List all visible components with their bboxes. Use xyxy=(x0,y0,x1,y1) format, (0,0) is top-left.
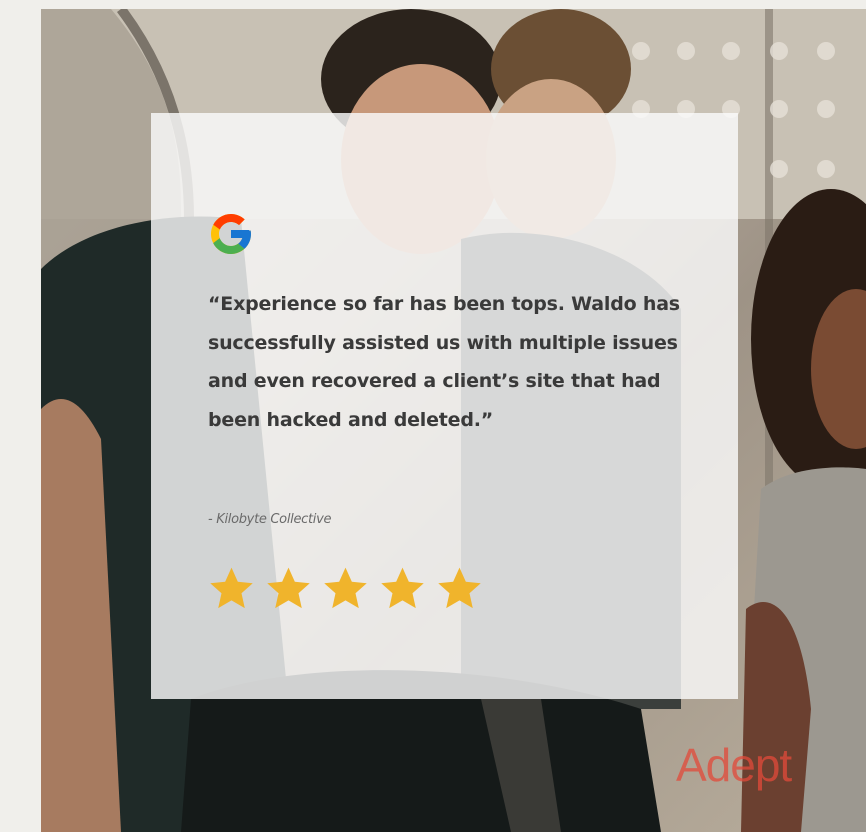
star-icon xyxy=(381,567,424,609)
star-icon xyxy=(324,567,367,609)
star-rating xyxy=(207,564,484,613)
brand-logo: Adept xyxy=(676,739,792,791)
star-icon xyxy=(438,567,481,609)
review-card: “Experience so far has been tops. Waldo … xyxy=(151,113,738,699)
star-icon xyxy=(210,567,253,609)
review-author: - Kilobyte Collective xyxy=(208,512,332,527)
google-g-icon xyxy=(211,214,251,254)
star-icon xyxy=(267,567,310,609)
review-quote: “Experience so far has been tops. Waldo … xyxy=(208,293,680,431)
